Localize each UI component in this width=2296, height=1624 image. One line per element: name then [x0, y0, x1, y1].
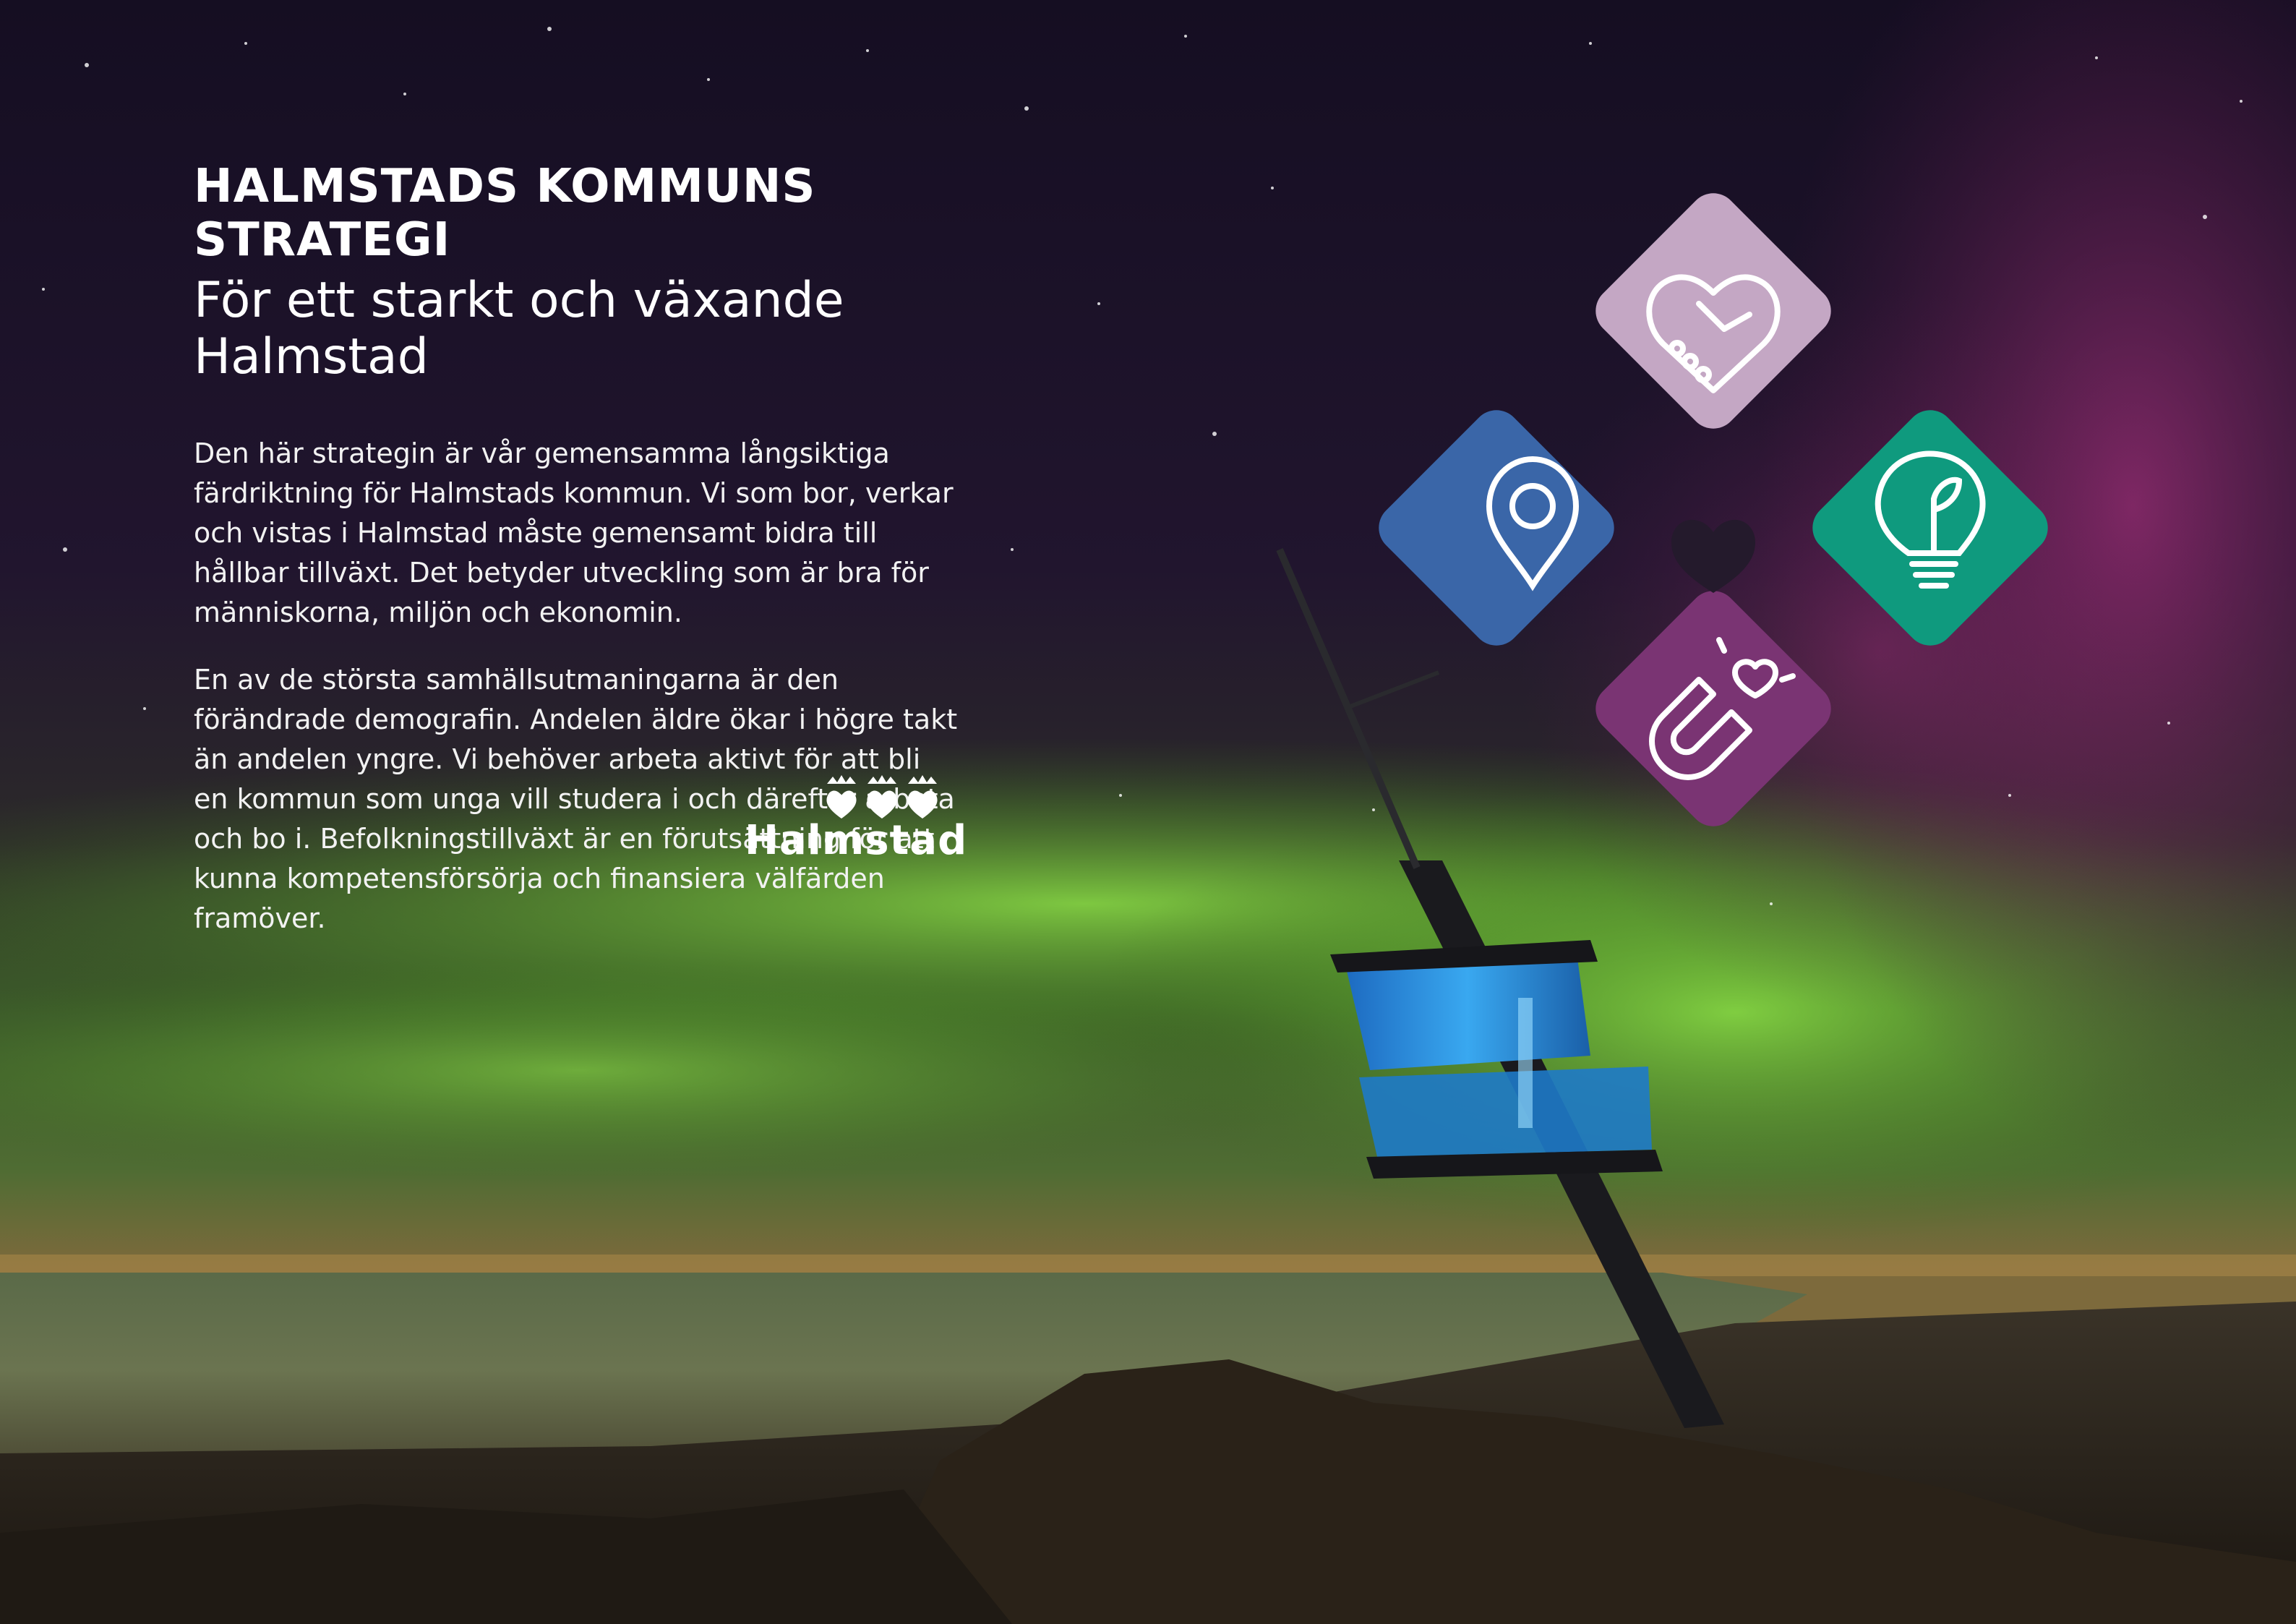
halmstad-logo: Halmstad: [745, 774, 968, 868]
three-crowned-hearts-icon: [826, 775, 938, 819]
page-title: HALMSTADS KOMMUNS STRATEGI: [194, 160, 816, 267]
strategy-diamonds: [1379, 193, 2048, 826]
logo-wordmark: Halmstad: [745, 817, 968, 864]
diamond-left: [1379, 410, 1614, 646]
paragraph-strategy: Den här strategin är vår gemensamma lång…: [194, 437, 954, 628]
diamond-bottom: [1595, 591, 1831, 826]
center-heart-icon: [1671, 519, 1755, 593]
diamond-right: [1812, 410, 2048, 646]
diamond-top: [1595, 193, 1831, 429]
page-subtitle: För ett starkt och växande Halmstad: [194, 272, 844, 386]
